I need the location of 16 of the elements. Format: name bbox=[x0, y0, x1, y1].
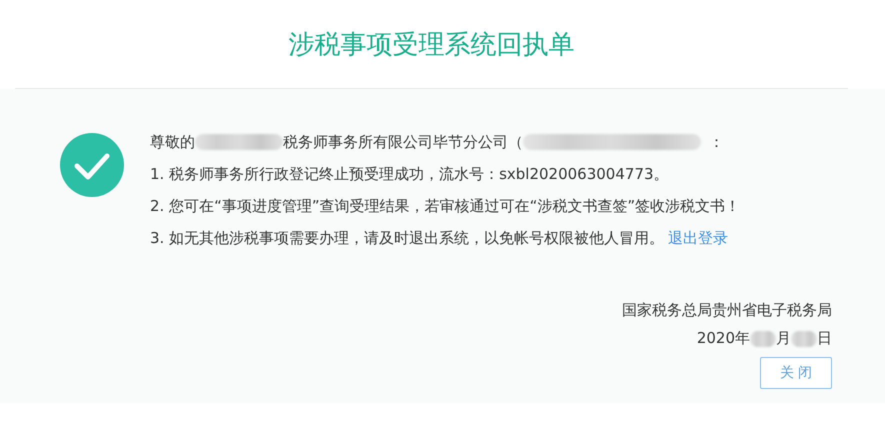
page-title: 涉税事项受理系统回执单 bbox=[288, 28, 574, 62]
notice-line: 2. 您可在“事项进度管理”查询受理结果，若审核通过可在“涉税文书查签”签收涉税文书！ bbox=[150, 196, 740, 217]
check-icon bbox=[60, 133, 124, 197]
greeting-text: 税务师事务所有限公司毕节分公司（ bbox=[283, 132, 523, 153]
notice-line: 3. 如无其他涉税事项需要办理，请及时退出系统，以免帐号权限被他人冒用。 bbox=[150, 228, 664, 249]
notice-line: 1. 税务师事务所行政登记终止预受理成功，流水号：sxbl2020063004773。 bbox=[150, 164, 669, 185]
close-button[interactable]: 关 闭 bbox=[760, 357, 832, 389]
date-text: 月 bbox=[776, 329, 791, 348]
greeting-text: ： bbox=[709, 132, 724, 153]
greeting-text: 尊敬的 bbox=[150, 132, 195, 153]
blurred-patch bbox=[791, 330, 817, 346]
date-text: 日 bbox=[817, 329, 832, 348]
date-text: 2020年 bbox=[696, 329, 750, 348]
logout-link[interactable]: 退出登录 bbox=[668, 227, 728, 249]
blurred-patch bbox=[750, 330, 776, 346]
issuer-text: 国家税务总局贵州省电子税务局 bbox=[622, 301, 832, 320]
